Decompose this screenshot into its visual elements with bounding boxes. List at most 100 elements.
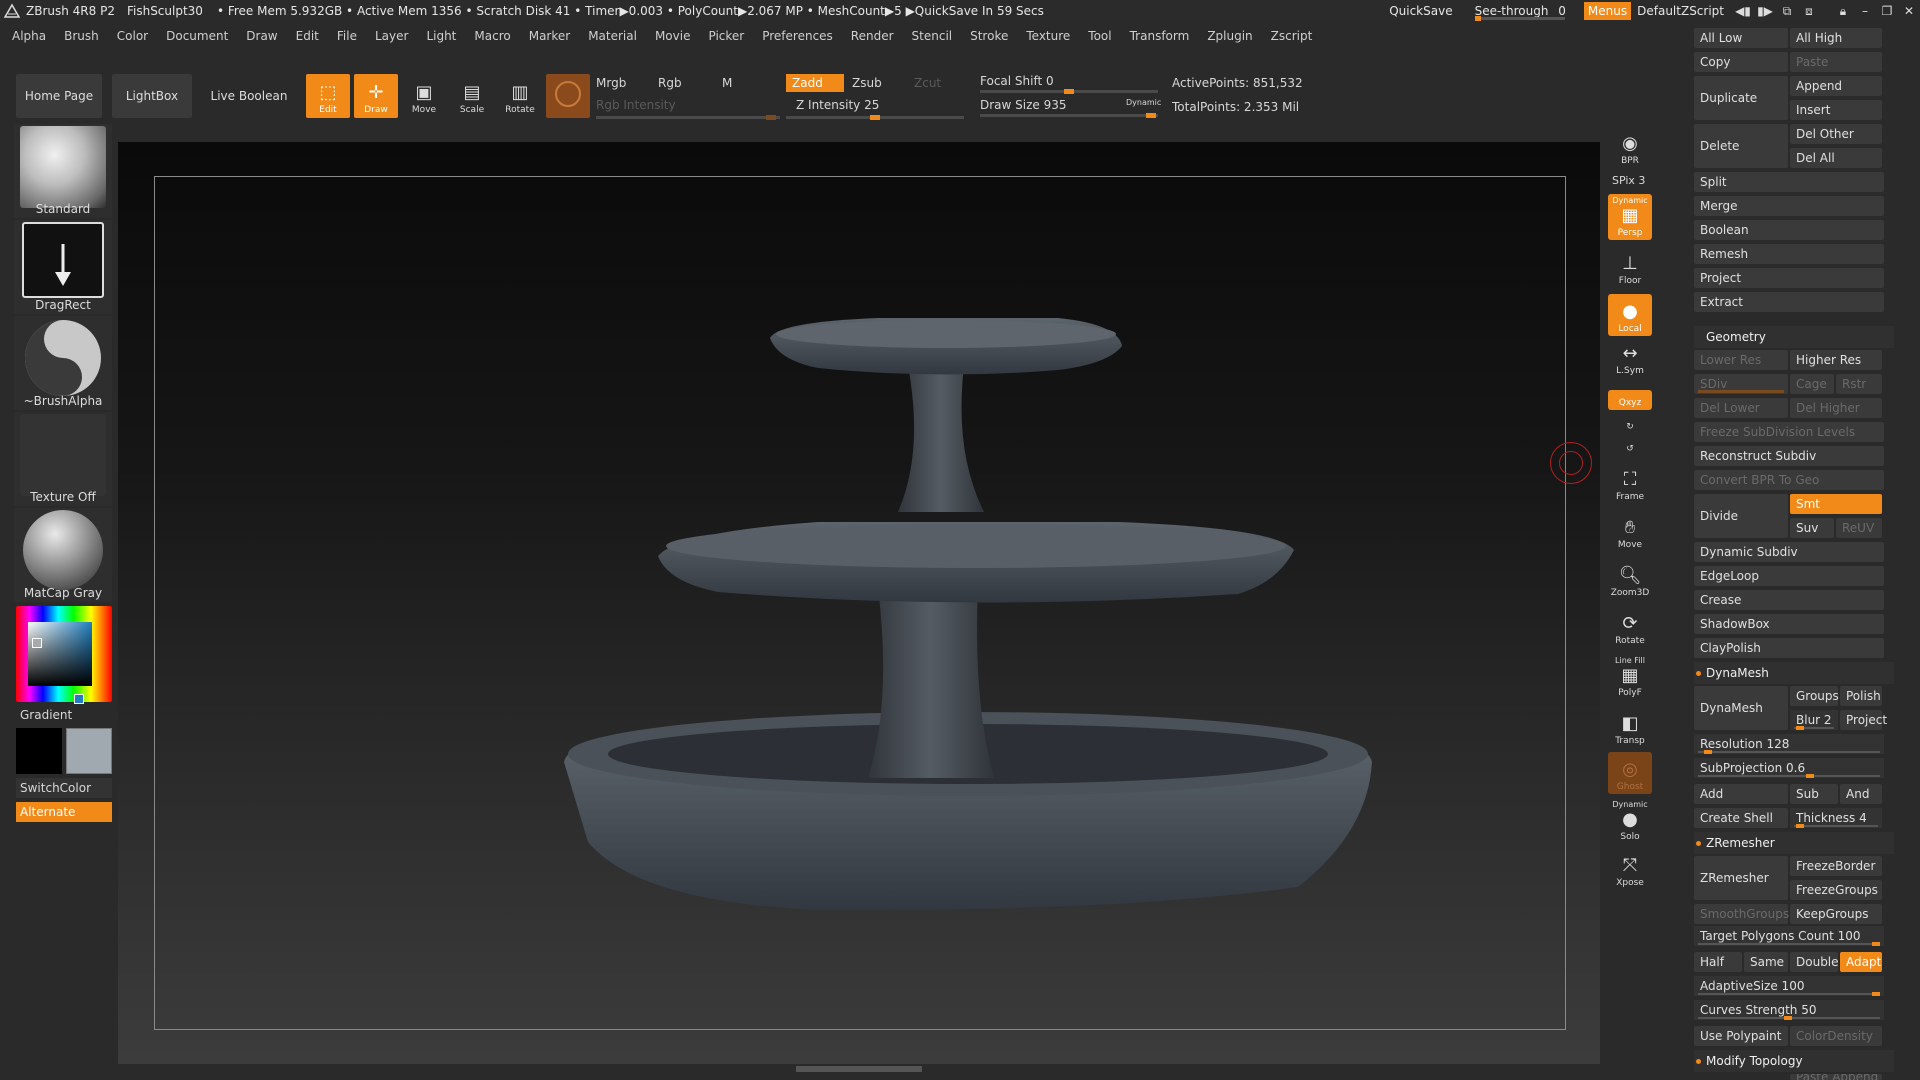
minimize-icon[interactable]: – — [1854, 4, 1876, 18]
draw-size-slider[interactable]: Draw Size 935 — [980, 98, 1067, 112]
contrast-down-icon[interactable]: ◀▮ — [1732, 4, 1754, 18]
menu-material[interactable]: Material — [588, 29, 637, 43]
add-button[interactable]: Add — [1694, 784, 1788, 804]
bpr-button[interactable]: ◉ BPR — [1608, 126, 1652, 168]
adaptive-size-slider[interactable]: AdaptiveSize 100 — [1694, 976, 1884, 996]
delete-button[interactable]: Delete — [1694, 124, 1788, 168]
menu-transform[interactable]: Transform — [1130, 29, 1190, 43]
target-polygons-slider[interactable]: Target Polygons Count 100 — [1694, 926, 1884, 946]
paste-append-button[interactable]: Paste Append — [1790, 1074, 1882, 1080]
menu-texture[interactable]: Texture — [1026, 29, 1070, 43]
geometry-header[interactable]: Geometry — [1694, 326, 1894, 348]
cage-button[interactable]: Cage — [1790, 374, 1834, 394]
zoom3d-button[interactable]: 🔍︎ Zoom3D — [1608, 558, 1652, 600]
menu-macro[interactable]: Macro — [474, 29, 510, 43]
brush-tile[interactable]: Standard — [14, 124, 112, 218]
modify-topology-header[interactable]: Modify Topology — [1694, 1050, 1894, 1072]
zremesher-button[interactable]: ZRemesher — [1694, 856, 1788, 900]
main-color-swatch[interactable] — [16, 728, 62, 774]
create-shell-button[interactable]: Create Shell — [1694, 808, 1788, 828]
color-density-slider[interactable]: ColorDensity — [1790, 1026, 1882, 1046]
del-lower-button[interactable]: Del Lower — [1694, 398, 1788, 418]
polish-toggle[interactable]: Polish — [1840, 686, 1882, 706]
zcut-button[interactable]: Zcut — [914, 76, 941, 90]
zremesher-header[interactable]: ZRemesher — [1694, 832, 1894, 854]
lock-icon[interactable]: 🔒︎ — [1832, 4, 1854, 19]
contrast-up-icon[interactable]: ▮▶ — [1754, 4, 1776, 18]
focal-shift-slider[interactable]: Focal Shift 0 — [980, 74, 1054, 88]
solo-button[interactable]: Dynamic ● Solo — [1608, 798, 1652, 844]
paste-button[interactable]: Paste — [1790, 52, 1882, 72]
higher-res-button[interactable]: Higher Res — [1790, 350, 1882, 370]
menu-edit[interactable]: Edit — [296, 29, 319, 43]
del-other-button[interactable]: Del Other — [1790, 124, 1882, 144]
all-high-button[interactable]: All High — [1790, 28, 1882, 48]
texture-tile[interactable]: Texture Off — [14, 412, 112, 506]
menu-movie[interactable]: Movie — [655, 29, 691, 43]
scale-button[interactable]: ▤ Scale — [450, 74, 494, 118]
menu-draw[interactable]: Draw — [246, 29, 277, 43]
convert-bpr-button[interactable]: Convert BPR To Geo — [1694, 470, 1884, 490]
menu-file[interactable]: File — [337, 29, 357, 43]
close-icon[interactable]: ✕ — [1898, 4, 1920, 18]
split-button[interactable]: Split — [1694, 172, 1884, 192]
dynamic-toggle[interactable]: Dynamic — [1126, 98, 1161, 107]
move-view-button[interactable]: ✋︎ Move — [1608, 510, 1652, 552]
extract-button[interactable]: Extract — [1694, 292, 1884, 312]
adapt-toggle[interactable]: Adapt — [1840, 952, 1882, 972]
horizontal-scrollbar[interactable] — [796, 1066, 922, 1072]
restore-icon[interactable]: ❐ — [1876, 4, 1898, 18]
boolean-button[interactable]: Boolean — [1694, 220, 1884, 240]
append-button[interactable]: Append — [1790, 76, 1882, 96]
m-button[interactable]: M — [722, 76, 732, 90]
menu-light[interactable]: Light — [426, 29, 456, 43]
menu-document[interactable]: Document — [166, 29, 228, 43]
switchcolor-button[interactable]: SwitchColor — [16, 778, 112, 798]
keepgroups-toggle[interactable]: KeepGroups — [1790, 904, 1882, 924]
menu-color[interactable]: Color — [117, 29, 148, 43]
zadd-button[interactable]: Zadd — [786, 74, 844, 92]
gradient-label[interactable]: Gradient — [20, 708, 72, 722]
secondary-color-swatch[interactable] — [66, 728, 112, 774]
all-low-button[interactable]: All Low — [1694, 28, 1788, 48]
resolution-slider[interactable]: Resolution 128 — [1694, 734, 1884, 754]
floor-button[interactable]: ⊥ Floor — [1608, 246, 1652, 288]
merge-button[interactable]: Merge — [1694, 196, 1884, 216]
lower-res-button[interactable]: Lower Res — [1694, 350, 1788, 370]
reconstruct-subdiv-button[interactable]: Reconstruct Subdiv — [1694, 446, 1884, 466]
rotate-view-button[interactable]: ⟳ Rotate — [1608, 606, 1652, 648]
lsym-button[interactable]: ↔ L.Sym — [1608, 342, 1652, 378]
saturation-square[interactable] — [28, 622, 92, 686]
zsub-button[interactable]: Zsub — [852, 76, 882, 90]
blur-slider[interactable]: Blur 2 — [1790, 710, 1838, 730]
menu-tool[interactable]: Tool — [1088, 29, 1111, 43]
reuv-button[interactable]: ReUV — [1836, 518, 1882, 538]
lightbox-button[interactable]: LightBox — [112, 74, 192, 118]
dynamic-subdiv-button[interactable]: Dynamic Subdiv — [1694, 542, 1884, 562]
focal-shift-handle[interactable] — [1064, 89, 1074, 94]
thickness-slider[interactable]: Thickness 4 — [1790, 808, 1882, 828]
color-picker[interactable] — [14, 606, 112, 704]
hue-cursor-icon[interactable] — [74, 694, 84, 704]
quicksave-button[interactable]: QuickSave — [1389, 4, 1452, 18]
draw-button[interactable]: ✛ Draw — [354, 74, 398, 118]
menu-stroke[interactable]: Stroke — [970, 29, 1008, 43]
seethrough-slider[interactable]: See-through 0 — [1469, 4, 1572, 21]
suv-toggle[interactable]: Suv — [1790, 518, 1834, 538]
groups-toggle[interactable]: Groups — [1790, 686, 1839, 706]
project-button[interactable]: Project — [1694, 268, 1884, 288]
frame-button[interactable]: ⛶ Frame — [1608, 462, 1652, 504]
default-zscript-button[interactable]: DefaultZScript — [1637, 4, 1724, 18]
copy-button[interactable]: Copy — [1694, 52, 1788, 72]
z-intensity-handle[interactable] — [870, 115, 880, 120]
menu-brush[interactable]: Brush — [64, 29, 99, 43]
window-swap-icon[interactable]: ⧈ — [1798, 4, 1820, 19]
shadowbox-button[interactable]: ShadowBox — [1694, 614, 1884, 634]
del-higher-button[interactable]: Del Higher — [1790, 398, 1882, 418]
rgb-button[interactable]: Rgb — [658, 76, 682, 90]
rotate-button[interactable]: ▥ Rotate — [498, 74, 542, 118]
move-button[interactable]: ▣ Move — [402, 74, 446, 118]
sdiv-slider[interactable]: SDiv — [1694, 374, 1788, 394]
dynamesh-header[interactable]: DynaMesh — [1694, 662, 1894, 684]
window-layout-icon[interactable]: ⧉ — [1776, 4, 1798, 19]
